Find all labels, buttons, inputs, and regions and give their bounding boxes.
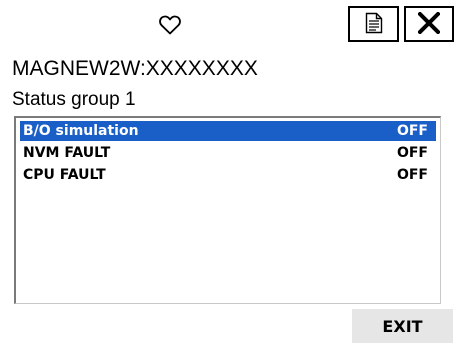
- list-item-cpu-fault[interactable]: CPU FAULT OFF: [20, 165, 436, 185]
- device-title: MAGNEW2W:XXXXXXXX: [12, 57, 258, 80]
- list-item-bo-simulation[interactable]: B/O simulation OFF: [20, 121, 436, 141]
- status-group-title: Status group 1: [12, 89, 136, 110]
- list-item-value: OFF: [396, 145, 428, 161]
- close-icon: [417, 10, 441, 37]
- document-icon: [365, 12, 383, 37]
- heart-icon: [158, 13, 182, 37]
- close-button[interactable]: [404, 6, 454, 42]
- list-item-label: B/O simulation: [23, 123, 139, 139]
- status-list[interactable]: B/O simulation OFF NVM FAULT OFF CPU FAU…: [14, 116, 441, 304]
- list-item-value: OFF: [396, 123, 428, 139]
- list-item-nvm-fault[interactable]: NVM FAULT OFF: [20, 143, 436, 163]
- exit-button[interactable]: EXIT: [352, 309, 453, 343]
- list-item-value: OFF: [396, 167, 428, 183]
- list-item-label: CPU FAULT: [23, 167, 106, 183]
- document-button[interactable]: [348, 6, 399, 42]
- list-item-label: NVM FAULT: [23, 145, 111, 161]
